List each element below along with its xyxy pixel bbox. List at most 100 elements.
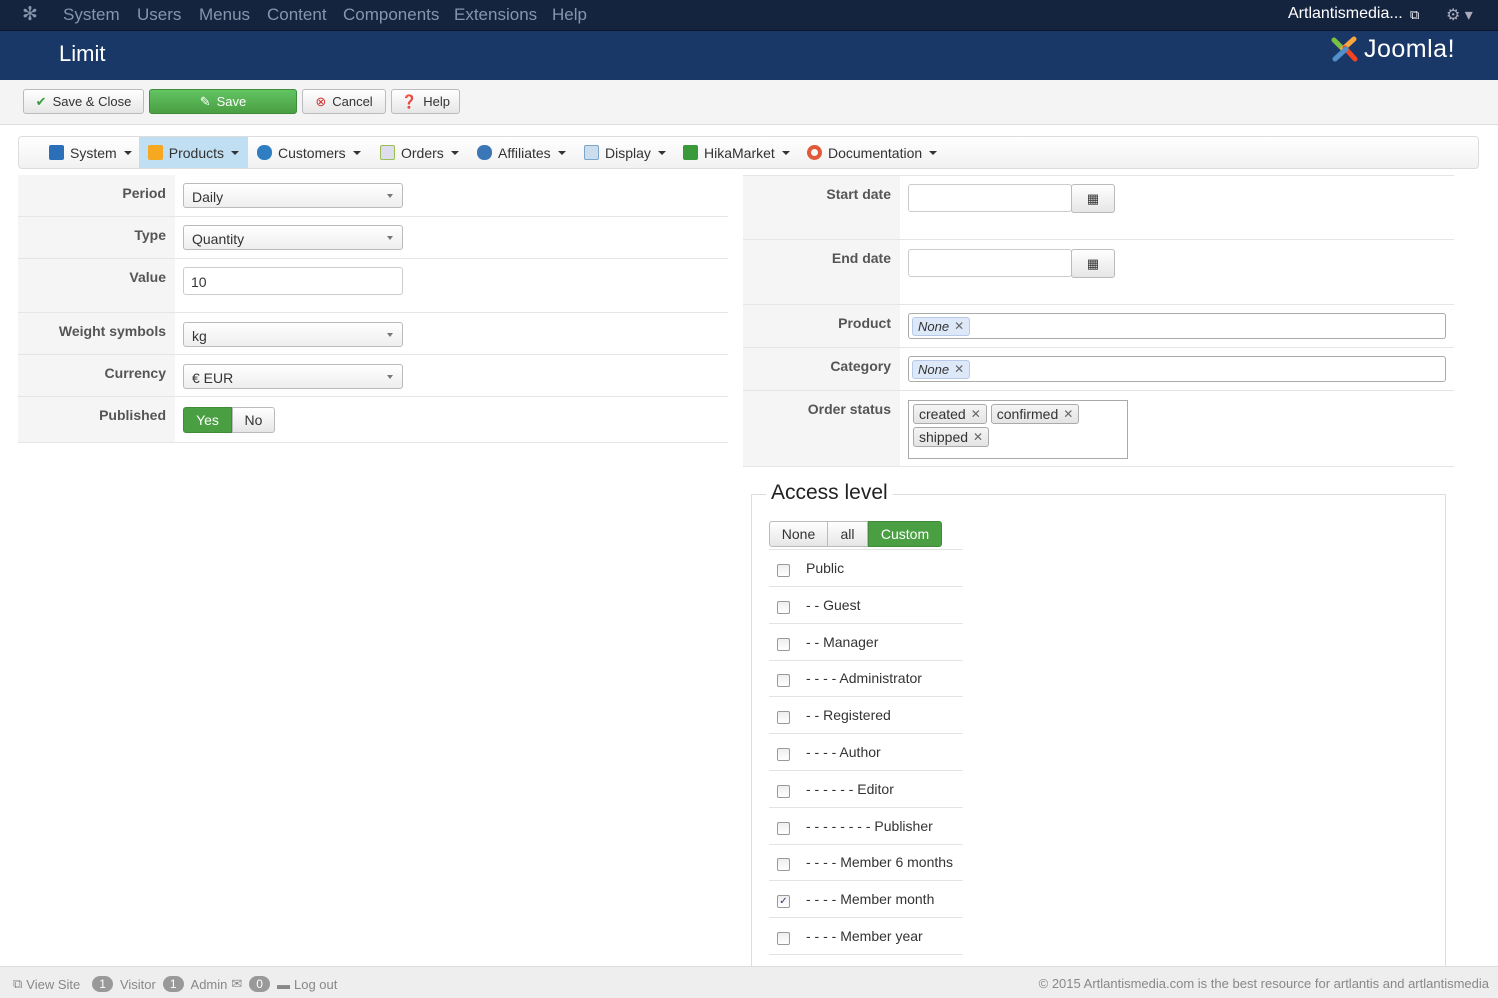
access-group-checkbox[interactable] <box>777 858 790 872</box>
access-group-label: - - Manager <box>806 633 879 650</box>
access-group-item: - - Registered <box>769 697 963 735</box>
currency-row: Currency € EUR <box>18 354 728 396</box>
status-tag-shipped: shipped ✕ <box>913 427 990 447</box>
access-group-checkbox[interactable] <box>777 711 790 725</box>
joomla-logo-icon <box>1331 36 1358 62</box>
access-mode-custom[interactable]: Custom <box>868 521 942 547</box>
end-date-input[interactable] <box>908 249 1072 277</box>
menu-system[interactable]: System <box>63 5 120 25</box>
view-site-link[interactable]: View Site <box>26 977 80 992</box>
status-tag-confirmed: confirmed ✕ <box>990 404 1080 424</box>
affiliate-icon <box>477 145 492 160</box>
check-icon: ✔ <box>35 93 47 109</box>
access-group-label: Public <box>806 560 845 576</box>
category-select[interactable]: None ✕ <box>908 356 1446 382</box>
submenu-affiliates[interactable]: Affiliates <box>468 137 575 168</box>
product-select[interactable]: None ✕ <box>908 313 1446 339</box>
weight-row: Weight symbols kg <box>18 312 728 354</box>
published-no[interactable]: No <box>232 407 275 433</box>
period-select[interactable]: Daily <box>183 183 403 208</box>
save-close-button[interactable]: ✔ Save & Close <box>23 89 144 114</box>
order-status-row: Order status created ✕ confirmed ✕ shipped ✕ <box>743 390 1454 467</box>
joomla-logo: Joomla! <box>1330 34 1455 64</box>
tools-icon <box>49 145 64 160</box>
calendar-icon[interactable]: ▦ <box>1071 249 1115 278</box>
component-menu: System Products Customers Orders Affilia… <box>18 136 1479 169</box>
product-row: Product None ✕ <box>743 304 1454 347</box>
menu-help[interactable]: Help <box>552 5 587 25</box>
access-group-label: - - - - Author <box>806 744 881 760</box>
menu-users[interactable]: Users <box>137 5 181 25</box>
menu-menus[interactable]: Menus <box>199 5 250 25</box>
header <box>0 31 1498 80</box>
access-group-checkbox[interactable] <box>777 748 790 761</box>
type-row: Type Quantity <box>18 216 728 258</box>
submenu-hikamarket[interactable]: HikaMarket <box>674 137 799 168</box>
category-row: Category None ✕ <box>743 347 1454 390</box>
value-row: Value 10 <box>18 258 728 312</box>
menu-components[interactable]: Components <box>343 5 439 25</box>
product-tag: None ✕ <box>912 316 971 336</box>
start-date-row: Start date ▦ <box>743 175 1454 239</box>
box-icon <box>148 145 163 160</box>
submenu-customers[interactable]: Customers <box>248 137 370 168</box>
remove-icon[interactable]: ✕ <box>954 319 964 333</box>
external-link-icon: ⧉ <box>13 976 23 991</box>
type-select[interactable]: Quantity <box>183 225 403 250</box>
access-group-checkbox[interactable]: ✓ <box>777 895 790 909</box>
menu-content[interactable]: Content <box>267 5 327 25</box>
access-group-label: - - Guest <box>806 596 861 613</box>
access-mode-all[interactable]: all <box>828 521 868 547</box>
order-status-select[interactable]: created ✕ confirmed ✕ shipped ✕ <box>908 400 1128 459</box>
access-group-checkbox[interactable] <box>777 674 790 688</box>
submenu-documentation[interactable]: Documentation <box>798 137 946 168</box>
top-navbar: ✻ System Users Menus Content Components … <box>0 0 1498 31</box>
help-button[interactable]: ❓ Help <box>391 89 460 114</box>
save-button[interactable]: ✎ Save <box>149 89 297 114</box>
access-group-item: - - - - Administrator <box>769 660 963 698</box>
remove-icon[interactable]: ✕ <box>954 362 964 376</box>
remove-icon[interactable]: ✕ <box>971 407 981 421</box>
value-input[interactable]: 10 <box>183 267 403 295</box>
access-mode-none[interactable]: None <box>769 521 828 547</box>
access-group-checkbox[interactable] <box>777 637 790 651</box>
cancel-button[interactable]: ⊗ Cancel <box>302 89 386 114</box>
access-group-item: - - Manager <box>769 624 963 661</box>
end-date-row: End date ▦ <box>743 239 1454 304</box>
access-group-checkbox[interactable] <box>777 600 790 614</box>
weight-select[interactable]: kg <box>183 322 403 347</box>
remove-icon[interactable]: ✕ <box>1063 407 1073 421</box>
published-row: Published Yes No <box>18 396 728 443</box>
site-link[interactable]: Artlantismedia... <box>1288 5 1403 23</box>
submenu-display[interactable]: Display <box>575 137 675 168</box>
menu-extensions[interactable]: Extensions <box>454 5 537 25</box>
submenu-orders[interactable]: Orders <box>371 137 468 168</box>
access-group-item: - - - - Member 6 months <box>769 844 963 882</box>
access-group-checkbox[interactable] <box>777 821 790 835</box>
copyright: © 2015 Artlantismedia.com is the best re… <box>1038 976 1489 991</box>
submenu-system[interactable]: System <box>40 137 141 168</box>
joomla-icon[interactable]: ✻ <box>22 3 38 26</box>
gear-icon[interactable]: ⚙ ▾ <box>1446 5 1473 25</box>
access-group-label: - - - - Member year <box>806 928 923 944</box>
access-group-item: ✓ - - - - Member month <box>769 881 963 919</box>
access-mode-group: None all Custom <box>769 521 942 547</box>
remove-icon[interactable]: ✕ <box>973 430 983 444</box>
access-group-checkbox[interactable] <box>777 564 790 577</box>
access-group-checkbox[interactable] <box>777 932 790 945</box>
submenu-products[interactable]: Products <box>139 137 248 168</box>
access-group-checkbox[interactable] <box>777 784 790 798</box>
access-group-label: - - - - - - Editor <box>806 780 894 797</box>
message-count-badge[interactable]: 0 <box>249 976 270 992</box>
logout-link[interactable]: Log out <box>294 977 337 992</box>
admin-count-badge: 1 <box>162 976 184 992</box>
status-bar: ⧉ View Site 1 Visitor 1 Admin ✉ 0 ▬ Log out … <box>0 966 1498 998</box>
start-date-input[interactable] <box>908 184 1072 212</box>
period-row: Period Daily <box>18 175 728 216</box>
access-group-label: - - - - Member 6 months <box>806 854 954 871</box>
calendar-icon[interactable]: ▦ <box>1071 184 1115 213</box>
published-toggle: Yes No <box>183 407 275 433</box>
published-yes[interactable]: Yes <box>183 407 232 433</box>
currency-select[interactable]: € EUR <box>183 364 403 389</box>
status-tag-created: created ✕ <box>913 404 987 424</box>
